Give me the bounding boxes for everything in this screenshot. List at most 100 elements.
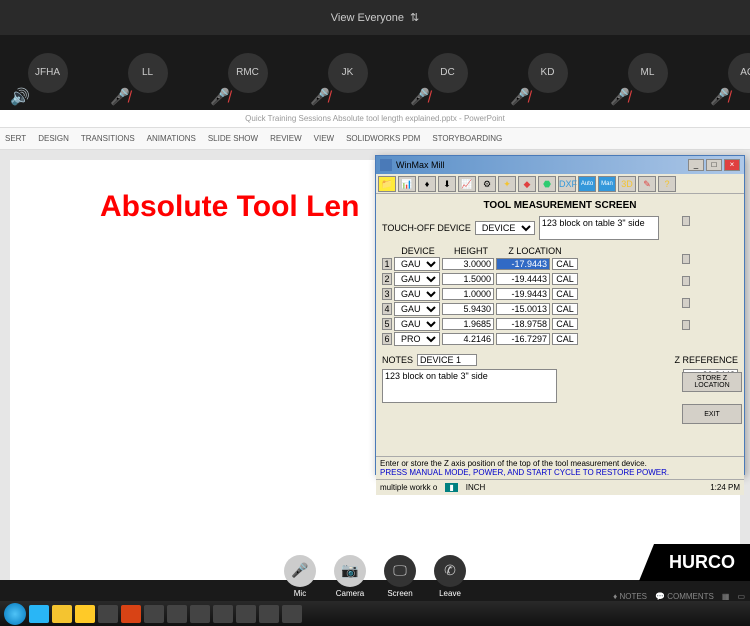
ribbon-tab[interactable]: DESIGN — [38, 134, 69, 143]
device-select[interactable]: GAUGE — [394, 272, 440, 286]
height-input[interactable] — [442, 318, 494, 330]
camera-button[interactable]: 📷Camera — [334, 555, 366, 598]
device-select[interactable]: GAUGE — [394, 302, 440, 316]
toolbar-btn-10[interactable]: DXF — [558, 176, 576, 192]
screen-button[interactable]: 🖵Screen — [384, 555, 416, 598]
touchoff-label: TOUCH-OFF DEVICE — [382, 223, 471, 233]
device-select[interactable]: PROBE — [394, 332, 440, 346]
participant-tile[interactable]: JK🎤̸ — [305, 53, 390, 93]
participant-tile[interactable]: RMC🎤̸ — [205, 53, 290, 93]
ribbon-tab[interactable]: VIEW — [314, 134, 334, 143]
toolbar-btn-3[interactable]: ♦ — [418, 176, 436, 192]
zlocation-input[interactable] — [496, 258, 550, 270]
height-input[interactable] — [442, 303, 494, 315]
side-fkey-2[interactable] — [682, 254, 690, 264]
side-fkey-4[interactable] — [682, 298, 690, 308]
notes-btn[interactable]: ♦ NOTES — [613, 592, 647, 601]
view-normal-icon[interactable]: ▦ — [722, 592, 730, 601]
ribbon-tab[interactable]: STORYBOARDING — [432, 134, 502, 143]
toolbar-btn-9[interactable]: ⬣ — [538, 176, 556, 192]
winmax-help: Enter or store the Z axis position of th… — [376, 456, 744, 479]
taskbar-ppt-icon[interactable] — [121, 605, 141, 623]
height-input[interactable] — [442, 333, 494, 345]
row-index: 6 — [382, 333, 392, 345]
taskbar-chrome-icon[interactable] — [52, 605, 72, 623]
zlocation-input[interactable] — [496, 318, 550, 330]
close-button[interactable]: × — [724, 159, 740, 171]
height-input[interactable] — [442, 258, 494, 270]
toolbar-btn-8[interactable]: ◆ — [518, 176, 536, 192]
zlocation-input[interactable] — [496, 303, 550, 315]
toolbar-btn-help[interactable]: ? — [658, 176, 676, 192]
participant-tile[interactable]: KD🎤̸ — [505, 53, 590, 93]
toolbar-btn-5[interactable]: 📈 — [458, 176, 476, 192]
view-slideshow-icon[interactable]: ▭ — [737, 592, 745, 601]
taskbar-app3-icon[interactable] — [167, 605, 187, 623]
toolbar-btn-2[interactable]: 📊 — [398, 176, 416, 192]
zlocation-input[interactable] — [496, 288, 550, 300]
chevron-updown-icon[interactable]: ⇅ — [410, 11, 419, 24]
minimize-button[interactable]: _ — [688, 159, 704, 171]
cal-button[interactable]: CAL — [552, 303, 578, 315]
maximize-button[interactable]: □ — [706, 159, 722, 171]
toolbar-btn-7[interactable]: ✦ — [498, 176, 516, 192]
cal-button[interactable]: CAL — [552, 258, 578, 270]
cal-button[interactable]: CAL — [552, 333, 578, 345]
taskbar-app2-icon[interactable] — [144, 605, 164, 623]
device-select[interactable]: GAUGE — [394, 257, 440, 271]
toolbar-btn-12[interactable]: Man — [598, 176, 616, 192]
store-z-button[interactable]: STORE Z LOCATION — [682, 372, 742, 392]
taskbar-explorer-icon[interactable] — [75, 605, 95, 623]
toolbar-btn-11[interactable]: Auto — [578, 176, 596, 192]
taskbar-app4-icon[interactable] — [190, 605, 210, 623]
notes-label: NOTES — [382, 355, 413, 365]
ribbon-tab[interactable]: SLIDE SHOW — [208, 134, 258, 143]
device-select[interactable]: GAUGE — [394, 287, 440, 301]
exit-button[interactable]: EXIT — [682, 404, 742, 424]
cal-button[interactable]: CAL — [552, 288, 578, 300]
screen-icon: 🖵 — [384, 555, 416, 587]
participant-tile[interactable]: AG🎤̸ — [705, 53, 750, 93]
side-fkey-1[interactable] — [682, 216, 690, 226]
ribbon-tab[interactable]: SERT — [5, 134, 26, 143]
view-mode-label[interactable]: View Everyone — [331, 12, 404, 24]
toolbar-btn-13[interactable]: 3D — [618, 176, 636, 192]
taskbar-app-icon[interactable] — [98, 605, 118, 623]
ribbon-tab[interactable]: REVIEW — [270, 134, 302, 143]
side-fkey-3[interactable] — [682, 276, 690, 286]
toolbar-btn-6[interactable]: ⚙ — [478, 176, 496, 192]
notes-textarea[interactable]: 123 block on table 3" side — [382, 369, 557, 403]
taskbar-app7-icon[interactable] — [259, 605, 279, 623]
ribbon-tab[interactable]: SOLIDWORKS PDM — [346, 134, 420, 143]
ribbon-tab[interactable]: ANIMATIONS — [147, 134, 196, 143]
device-select[interactable]: GAUGE — [394, 317, 440, 331]
taskbar-app5-icon[interactable] — [213, 605, 233, 623]
participant-tile[interactable]: ML🎤̸ — [605, 53, 690, 93]
notes-device[interactable] — [417, 354, 477, 366]
toolbar-btn-1[interactable]: 📁 — [378, 176, 396, 192]
touchoff-device-select[interactable]: DEVICE 1 — [475, 221, 535, 235]
mic-button[interactable]: 🎤Mic — [284, 555, 316, 598]
toolbar-btn-4[interactable]: ⬇ — [438, 176, 456, 192]
height-input[interactable] — [442, 288, 494, 300]
ribbon-tab[interactable]: TRANSITIONS — [81, 134, 135, 143]
cal-button[interactable]: CAL — [552, 273, 578, 285]
zlocation-input[interactable] — [496, 273, 550, 285]
zlocation-input[interactable] — [496, 333, 550, 345]
taskbar-app8-icon[interactable] — [282, 605, 302, 623]
touchoff-desc[interactable]: 123 block on table 3" side — [539, 216, 659, 240]
leave-button[interactable]: ✆Leave — [434, 555, 466, 598]
height-input[interactable] — [442, 273, 494, 285]
start-button[interactable] — [4, 603, 26, 625]
taskbar-app6-icon[interactable] — [236, 605, 256, 623]
participant-tile[interactable]: DC🎤̸ — [405, 53, 490, 93]
comments-btn[interactable]: 💬 COMMENTS — [655, 592, 714, 601]
participant-tile[interactable]: LL🎤̸ — [105, 53, 190, 93]
taskbar-ie-icon[interactable] — [29, 605, 49, 623]
side-fkey-5[interactable] — [682, 320, 690, 330]
participant-tile[interactable]: JFHA🔊 — [5, 53, 90, 93]
toolbar-btn-14[interactable]: ✎ — [638, 176, 656, 192]
cal-button[interactable]: CAL — [552, 318, 578, 330]
windows-taskbar[interactable] — [0, 601, 750, 626]
winmax-titlebar[interactable]: WinMax Mill _ □ × — [376, 156, 744, 174]
